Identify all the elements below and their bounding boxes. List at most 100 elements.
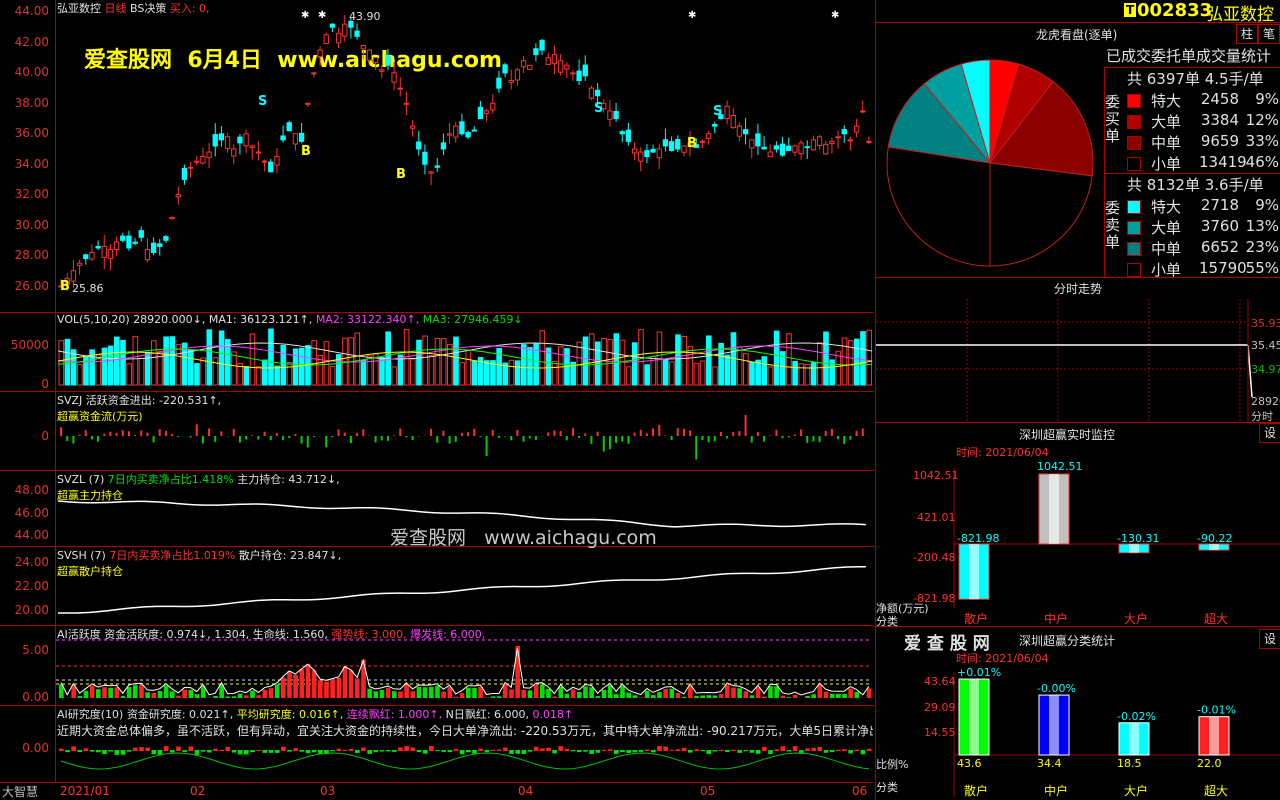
change-label: -0.02% [1117,710,1156,723]
candle-body [490,102,496,111]
volume-bar [151,340,157,386]
main-force-line[interactable] [56,471,874,546]
volume-bar [810,362,817,386]
stock-code: 002833 [1137,0,1213,21]
candle-body [175,194,181,198]
volume-bar [471,360,478,386]
candle-body [810,139,817,151]
svzl-panel[interactable]: 48.00 46.00 44.00 SVZL (7) 7日内买卖净占比1.418… [0,471,874,549]
activity-bar [244,695,249,698]
activity-bar [422,687,428,698]
intraday-chart[interactable] [876,277,1280,422]
candle-body [625,129,632,142]
color-swatch [1127,115,1141,129]
order-row: 特大 2458 9% [1127,90,1280,110]
date-tick: 2021/01 [60,784,110,798]
star-marker: ✱ [831,10,839,21]
candle-body [157,243,163,247]
candle-body [144,248,151,261]
mon-ytick: 1042.51 [913,469,959,482]
research-bar [595,750,601,753]
row-name: 中单 [1151,134,1182,152]
candle-body [366,49,373,61]
bar-value-label: -90.22 [1197,532,1232,545]
volume-bar [841,337,848,386]
candle-body [107,248,114,260]
order-pie-chart[interactable] [876,45,1101,270]
fenshi-tick: 35.45 [1251,339,1280,352]
research-bar [527,750,533,752]
volume-bar [607,339,613,386]
activity-chart[interactable] [56,626,874,705]
trade-signal-marker: B [687,136,697,151]
volume-bar [268,328,274,386]
volume-bar [817,342,823,386]
activity-bar [774,686,779,698]
row-volume: 3760 [1200,217,1239,235]
y-tick: 36.00 [14,126,49,140]
research-bar [299,750,305,752]
y-tick: 22.00 [14,579,49,593]
volume-chart[interactable] [56,313,874,391]
volume-bar [262,359,268,386]
candle-body [471,129,477,132]
activity-bar [601,689,607,698]
activity-bar [145,692,150,698]
activity-bar [274,684,280,698]
y-tick: 0.00 [22,690,49,704]
candle-body [767,151,773,158]
activity-bar [607,685,613,698]
fund-flow-chart[interactable] [56,392,874,470]
kline-panel[interactable]: 44.00 42.00 40.00 38.00 36.00 34.00 32.0… [0,0,874,313]
research-bar [466,750,471,753]
bar-mode-button[interactable]: 柱 [1236,24,1258,44]
activity-bar [453,696,459,698]
research-bar [367,750,372,754]
research-chart[interactable] [56,706,874,782]
ai-active-panel[interactable]: 5.00 0.00 AI活跃度 资金活跃度: 0.974↓, 1.304, 生命… [0,626,874,706]
activity-bar [77,695,83,698]
fenshi-tick: 35.93 [1251,317,1280,330]
research-bar [509,750,514,754]
ai-research-panel[interactable]: 0.00 AI研究度(10) 资金研究度: 0.021↑, 平均研究度: 0.0… [0,706,874,783]
activity-bar [472,687,477,698]
research-bar [133,747,138,751]
candle-body [527,64,533,70]
research-bar [219,749,224,751]
row-name: 中单 [1151,240,1182,258]
volume-bar [465,349,472,386]
svsh-panel[interactable]: 24.00 22.00 20.00 SVSH (7) 7日内买卖净占比1.019… [0,547,874,626]
candle-body [261,160,268,163]
activity-bar [348,670,354,698]
fenshi-panel[interactable]: 分时走势 35.93 35.45 34.97 28920 分时 [875,277,1280,423]
row-percent: 13% [1245,217,1279,235]
volume-bar [619,339,626,386]
candle-body [681,145,687,153]
volume-bar [860,331,866,386]
activity-bar [533,684,539,698]
retail-line[interactable] [56,547,874,625]
research-bar [694,749,699,751]
pen-mode-button[interactable]: 笔 [1258,24,1280,44]
volume-bar [527,347,533,386]
candle-body [705,133,712,139]
volume-panel[interactable]: 50000 0 VOL(5,10,20) 28920.000↓, MA1: 36… [0,313,874,392]
trade-signal-marker: S [713,104,722,119]
research-bar [336,748,342,751]
candle-body [675,139,681,150]
research-bar [65,750,70,753]
volume-bar [743,353,749,386]
date-tick: 06 [852,784,868,798]
trade-signal-marker: B [60,279,70,294]
volume-bar [286,361,293,386]
activity-bar [139,684,144,698]
candlestick-chart[interactable]: B S B B S B S ✱ ✱ ✱ ✱ [56,0,874,312]
research-bar [848,750,853,754]
candle-body [342,23,348,37]
volume-bar [514,360,521,386]
research-bar [755,750,761,754]
volume-bar [712,366,718,386]
research-bar [842,749,847,751]
svzj-panel[interactable]: 0 SVZJ 活跃资金进出: -220.531↑, 超赢资金流(万元) [0,392,874,471]
volume-bar [459,362,465,386]
